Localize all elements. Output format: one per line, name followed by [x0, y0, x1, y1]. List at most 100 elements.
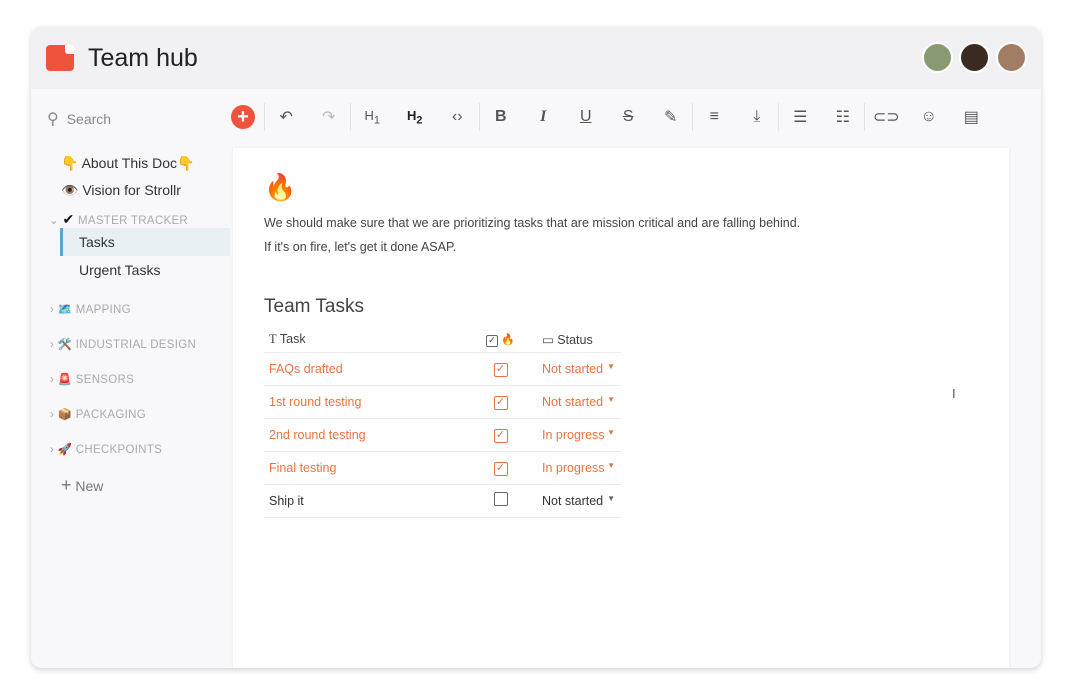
- status-select[interactable]: Not started ▼: [532, 484, 621, 518]
- task-name[interactable]: Ship it: [264, 484, 469, 518]
- section-master-tracker[interactable]: ⌄ ✔ MASTER TRACKER: [49, 211, 188, 228]
- search-placeholder: Search: [66, 111, 112, 127]
- section-packaging[interactable]: › 📦 PACKAGING: [50, 407, 146, 421]
- task-name[interactable]: Final testing: [264, 451, 469, 485]
- table-row: 2nd round testing ✓ In progress ▼: [264, 418, 621, 452]
- heading1-icon[interactable]: H1: [351, 108, 394, 127]
- search-input[interactable]: ⚲ Search: [47, 109, 111, 129]
- tasks-table: T Task ✓ 🔥 ▭ Status FAQs drafted ✓ Not s…: [264, 328, 621, 518]
- paragraph: If it's on fire, let's get it done ASAP.: [264, 240, 457, 254]
- table-header: T Task ✓ 🔥 ▭ Status: [264, 328, 621, 353]
- section-checkpoints[interactable]: › 🚀 CHECKPOINTS: [50, 442, 162, 456]
- sidebar-item-urgent-tasks[interactable]: Urgent Tasks: [79, 262, 160, 278]
- fire-icon: 🔥: [264, 172, 297, 202]
- package-icon: 📦: [57, 409, 73, 421]
- select-type-icon: ▭: [542, 333, 554, 348]
- section-industrial-design[interactable]: › 🛠️ INDUSTRIAL DESIGN: [50, 337, 196, 351]
- avatar[interactable]: [996, 42, 1027, 73]
- sidebar-item-about[interactable]: 👇 About This Doc👇: [61, 155, 194, 172]
- eye-icon: 👁️: [61, 182, 79, 198]
- avatar[interactable]: [922, 42, 953, 73]
- table-row: 1st round testing ✓ Not started ▼: [264, 385, 621, 419]
- redo-icon[interactable]: ↷: [308, 107, 351, 127]
- section-label: CHECKPOINTS: [75, 444, 163, 456]
- caret-down-icon: ▼: [607, 460, 615, 470]
- column-task[interactable]: T Task: [264, 328, 469, 353]
- app-window: Team hub ⚲ Search + ↶ ↷ H1 H2 ‹› B I U S…: [31, 27, 1041, 668]
- search-icon: ⚲: [47, 111, 59, 128]
- section-label: MASTER TRACKER: [77, 215, 189, 227]
- section-label: PACKAGING: [75, 409, 146, 421]
- chevron-down-icon: ⌄: [49, 215, 59, 227]
- section-label: MAPPING: [75, 304, 131, 316]
- task-name[interactable]: FAQs drafted: [264, 352, 469, 386]
- text-cursor-icon: I: [952, 386, 956, 401]
- bold-icon[interactable]: B: [480, 108, 523, 126]
- checkbox-icon: [493, 492, 508, 506]
- align-left-icon[interactable]: ≡: [693, 108, 736, 126]
- column-label: Status: [557, 333, 593, 348]
- siren-icon: 🚨: [57, 374, 73, 386]
- collaborators: [922, 42, 1027, 73]
- sidebar-item-tasks[interactable]: Tasks: [79, 234, 115, 250]
- add-icon[interactable]: +: [231, 105, 255, 129]
- checkbox-type-icon: ✓: [485, 335, 498, 348]
- fire-checkbox[interactable]: ✓: [469, 418, 532, 452]
- plus-icon: +: [61, 475, 72, 495]
- table-row: Ship it Not started ▼: [264, 484, 621, 518]
- emoji-icon[interactable]: ☺: [908, 108, 951, 126]
- section-label: SENSORS: [75, 374, 135, 386]
- sidebar-item-vision[interactable]: 👁️ Vision for Strollr: [61, 182, 181, 199]
- column-status[interactable]: ▭ Status: [532, 328, 621, 353]
- checkbox-icon: ✓: [493, 362, 508, 377]
- logo-icon: [46, 45, 74, 71]
- rocket-icon: 🚀: [57, 444, 73, 456]
- heading2-icon[interactable]: H2: [394, 108, 437, 127]
- section-label: INDUSTRIAL DESIGN: [75, 339, 197, 351]
- align-bottom-icon[interactable]: ⤓: [736, 108, 779, 126]
- page-title: Team hub: [88, 43, 198, 72]
- fire-icon: 🔥: [501, 334, 516, 347]
- task-name[interactable]: 1st round testing: [264, 385, 469, 419]
- status-select[interactable]: Not started ▼: [532, 385, 621, 419]
- column-fire[interactable]: ✓ 🔥: [469, 328, 532, 353]
- code-icon[interactable]: ‹›: [436, 108, 479, 126]
- fire-checkbox[interactable]: ✓: [469, 451, 532, 485]
- fire-checkbox[interactable]: ✓: [469, 352, 532, 386]
- caret-down-icon: ▼: [607, 361, 615, 371]
- sidebar-item-label: About This Doc: [81, 155, 178, 171]
- caret-down-icon: ▼: [607, 427, 615, 437]
- undo-icon[interactable]: ↶: [265, 107, 308, 127]
- italic-icon[interactable]: I: [522, 108, 565, 126]
- header: Team hub: [31, 27, 1041, 89]
- document-canvas[interactable]: 🔥 We should make sure that we are priori…: [233, 148, 1009, 668]
- fire-checkbox[interactable]: ✓: [469, 385, 532, 419]
- tools-icon: 🛠️: [57, 339, 73, 351]
- status-select[interactable]: Not started ▼: [532, 352, 621, 386]
- comment-icon[interactable]: ▤: [950, 107, 993, 127]
- fire-checkbox[interactable]: [469, 484, 532, 518]
- text-type-icon: T: [269, 332, 277, 347]
- task-name[interactable]: 2nd round testing: [264, 418, 469, 452]
- column-label: Task: [279, 332, 306, 347]
- status-select[interactable]: In progress ▼: [532, 418, 621, 452]
- checkbox-icon: ✓: [493, 428, 508, 443]
- numbered-list-icon[interactable]: ☷: [822, 107, 865, 127]
- bullet-list-icon[interactable]: ☰: [779, 107, 822, 127]
- status-value: Not started: [542, 361, 604, 376]
- avatar[interactable]: [959, 42, 990, 73]
- underline-icon[interactable]: U: [565, 108, 608, 126]
- checkmark-icon: ✔: [62, 211, 75, 227]
- checkbox-icon: ✓: [493, 461, 508, 476]
- section-mapping[interactable]: › 🗺️ MAPPING: [50, 302, 131, 316]
- checkbox-icon: ✓: [493, 395, 508, 410]
- strikethrough-icon[interactable]: S: [607, 108, 650, 126]
- caret-down-icon: ▼: [607, 394, 615, 404]
- status-value: Not started: [542, 394, 604, 409]
- map-icon: 🗺️: [57, 304, 73, 316]
- link-icon[interactable]: ⊂⊃: [865, 107, 908, 127]
- new-page-button[interactable]: + New: [61, 475, 103, 496]
- section-sensors[interactable]: › 🚨 SENSORS: [50, 372, 134, 386]
- highlight-icon[interactable]: ✎: [650, 107, 693, 127]
- status-select[interactable]: In progress ▼: [532, 451, 621, 485]
